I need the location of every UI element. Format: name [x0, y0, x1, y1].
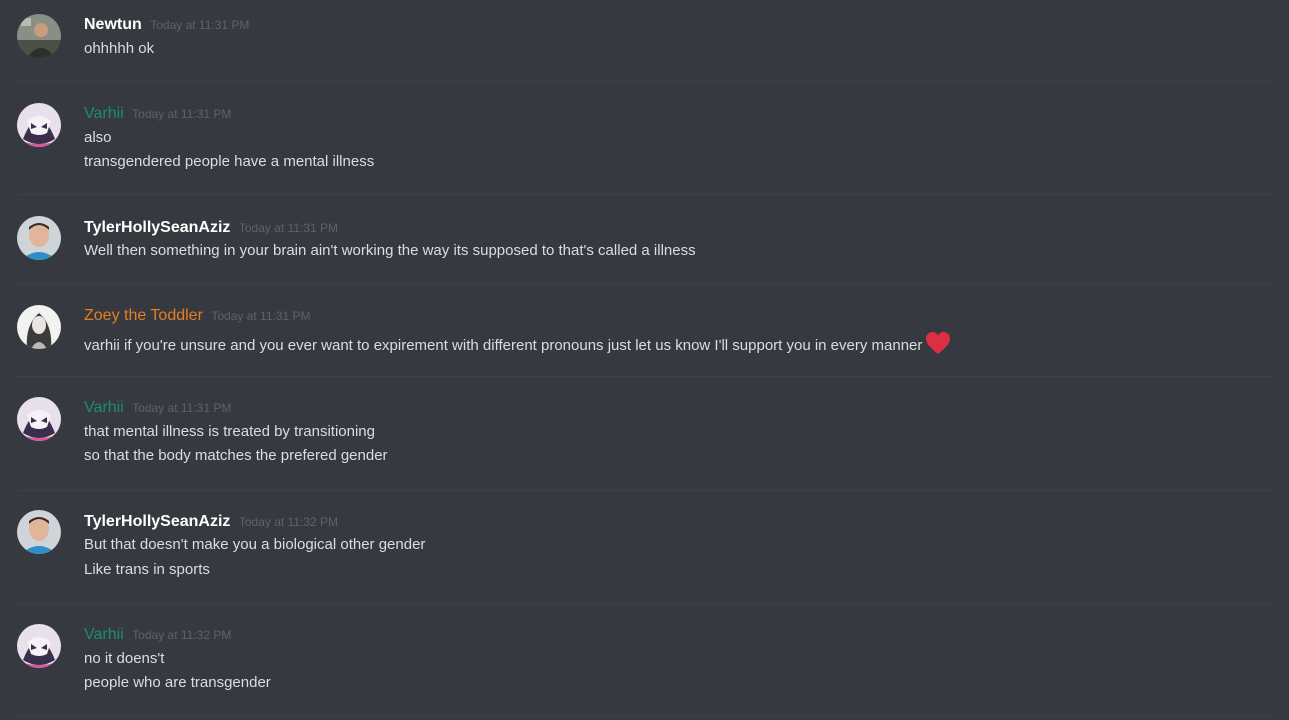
avatar[interactable]	[17, 510, 61, 554]
message-text: so that the body matches the prefered ge…	[84, 447, 388, 464]
timestamp: Today at 11:32 PM	[132, 628, 232, 642]
message-text: no it doens't	[84, 650, 165, 667]
avatar[interactable]	[17, 397, 61, 441]
message-divider	[17, 81, 1272, 82]
avatar[interactable]	[17, 216, 61, 260]
message-divider	[17, 194, 1272, 195]
message-divider	[17, 490, 1272, 491]
heart-emoji	[925, 331, 951, 361]
message-text: ohhhhh ok	[84, 40, 155, 57]
message-header: TylerHollySeanAziz Today at 11:31 PM	[84, 218, 338, 238]
username[interactable]: Varhii	[84, 399, 124, 416]
message-text-content: varhii if you're unsure and you ever wan…	[84, 337, 923, 354]
timestamp: Today at 11:31 PM	[132, 401, 232, 415]
timestamp: Today at 11:31 PM	[238, 221, 339, 235]
message-header: TylerHollySeanAziz Today at 11:32 PM	[84, 512, 338, 532]
message-header: Varhii Today at 11:31 PM	[84, 398, 231, 418]
message-text: people who are transgender	[84, 674, 271, 691]
username[interactable]: Varhii	[84, 105, 124, 122]
message-divider	[17, 716, 1272, 717]
avatar[interactable]	[17, 14, 61, 58]
message-divider	[17, 284, 1272, 285]
timestamp: Today at 11:32 PM	[238, 515, 339, 529]
message-divider	[17, 603, 1272, 604]
message-text: Well then something in your brain ain't …	[84, 242, 696, 259]
message-text: Like trans in sports	[84, 561, 210, 578]
message-header: Zoey the Toddler Today at 11:31 PM	[84, 306, 311, 326]
chat-messages: Newtun Today at 11:31 PM ohhhhh ok Varhi…	[0, 0, 1289, 720]
timestamp: Today at 11:31 PM	[150, 18, 250, 32]
message-header: Varhii Today at 11:32 PM	[84, 625, 231, 645]
message-text: transgendered people have a mental illne…	[84, 153, 375, 170]
username[interactable]: TylerHollySeanAziz	[84, 219, 230, 236]
avatar[interactable]	[17, 624, 61, 668]
username[interactable]: Zoey the Toddler	[84, 307, 203, 324]
message-text: varhii if you're unsure and you ever wan…	[84, 331, 951, 354]
message-divider	[17, 376, 1272, 377]
timestamp: Today at 11:31 PM	[132, 107, 232, 121]
username[interactable]: TylerHollySeanAziz	[84, 513, 230, 530]
timestamp: Today at 11:31 PM	[211, 309, 311, 323]
username[interactable]: Varhii	[84, 626, 124, 643]
message-text: that mental illness is treated by transi…	[84, 423, 375, 440]
message-text: also	[84, 129, 112, 146]
message-header: Newtun Today at 11:31 PM	[84, 15, 249, 35]
message-header: Varhii Today at 11:31 PM	[84, 104, 231, 124]
message-text: But that doesn't make you a biological o…	[84, 536, 426, 553]
username[interactable]: Newtun	[84, 16, 142, 33]
avatar[interactable]	[17, 103, 61, 147]
avatar[interactable]	[17, 305, 61, 349]
